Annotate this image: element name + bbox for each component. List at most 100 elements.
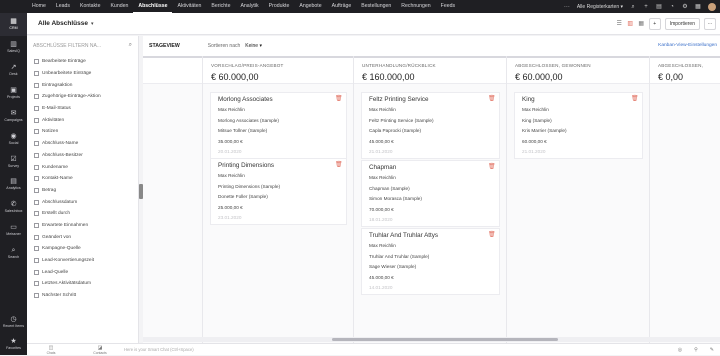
rail-item-5[interactable]: ◉ Social <box>0 128 27 151</box>
deal-card[interactable]: Feltz Printing Service Max Reichlin Feltz … <box>361 92 500 159</box>
filter-row[interactable]: Aktivitäten <box>27 114 138 126</box>
nav-tab-0[interactable]: Home <box>27 0 51 13</box>
more-actions-button[interactable]: ··· <box>704 18 716 30</box>
nav-tab-13[interactable]: Feeds <box>436 0 460 13</box>
rail-item-2[interactable]: ↗ Desk <box>0 59 27 82</box>
bottom-item-1[interactable]: ◪ Contacts <box>90 345 110 355</box>
filter-checkbox[interactable] <box>34 211 39 217</box>
filter-row[interactable]: Kontakt-Name <box>27 173 138 185</box>
filter-row[interactable]: Abschluss-Besitzer <box>27 150 138 162</box>
deal-name[interactable]: Truhlar And Truhlar Attys <box>369 232 438 239</box>
nav-tab-3[interactable]: Kunden <box>105 0 133 13</box>
horizontal-scrollbar[interactable] <box>143 337 720 342</box>
filter-row[interactable]: Eintragsaktion <box>27 79 138 91</box>
filter-checkbox[interactable] <box>34 258 39 264</box>
nav-tab-11[interactable]: Bestellungen <box>356 0 396 13</box>
deal-name[interactable]: Chapman <box>369 164 396 171</box>
bottom-tool-icon[interactable]: ◎ <box>678 347 682 353</box>
deal-account[interactable]: Truhlar And Truhlar (Sample) <box>369 254 429 259</box>
deal-card[interactable]: Printing Dimensions Max Reichlin Printing … <box>210 158 347 225</box>
filter-row[interactable]: Abschluss-Name <box>27 138 138 150</box>
kanban-settings-link[interactable]: Kanban-View-Einstellungen <box>658 43 717 48</box>
notifications-icon[interactable]: ◔ <box>669 4 675 10</box>
trash-icon[interactable]: 🗑 <box>631 95 639 102</box>
nav-tab-7[interactable]: Analytik <box>235 0 263 13</box>
filter-row[interactable]: Abschlussdatum <box>27 196 138 208</box>
deal-name[interactable]: King <box>522 96 535 103</box>
filter-checkbox[interactable] <box>34 71 39 77</box>
filter-checkbox[interactable] <box>34 187 39 193</box>
apps-grid-icon[interactable]: ▦ <box>695 4 701 10</box>
rail-item-6[interactable]: ☑ Survey <box>0 151 27 174</box>
filter-checkbox[interactable] <box>34 141 39 147</box>
nav-tab-8[interactable]: Produkte <box>264 0 295 13</box>
search-icon[interactable]: ⌕ <box>129 42 132 49</box>
deal-contact[interactable]: Capla Paprocki (Sample) <box>369 128 421 133</box>
filter-row[interactable]: Erstellt durch <box>27 208 138 220</box>
nav-tab-4[interactable]: Abschlüsse <box>133 0 173 13</box>
view-selector[interactable]: Alle Abschlüsse <box>38 20 88 27</box>
bottom-item-0[interactable]: ◫ Chats <box>41 345 61 355</box>
filter-checkbox[interactable] <box>34 246 39 252</box>
chevron-down-icon[interactable]: ▾ <box>91 21 94 27</box>
deal-contact[interactable]: Mitsue Tollner (Sample) <box>218 128 267 133</box>
filter-row[interactable]: Notizen <box>27 126 138 138</box>
kanban-view-icon[interactable]: ▥ <box>627 21 634 28</box>
filter-row[interactable]: Kampagne-Quelle <box>27 243 138 255</box>
deal-contact[interactable]: Donette Foller (Sample) <box>218 194 268 199</box>
deal-contact[interactable]: Sage Wieser (Sample) <box>369 264 416 269</box>
filter-row[interactable]: Nächster Schritt <box>27 290 138 302</box>
deal-account[interactable]: Chapman (Sample) <box>369 186 410 191</box>
filter-checkbox[interactable] <box>34 117 39 123</box>
user-avatar[interactable] <box>708 2 716 11</box>
deal-name[interactable]: Printing Dimensions <box>218 162 274 169</box>
more-modules-icon[interactable]: ··· <box>564 4 570 10</box>
filter-row[interactable]: Bearbeitete Einträge <box>27 56 138 68</box>
deal-name[interactable]: Morlong Associates <box>218 96 273 103</box>
scrollbar-thumb[interactable] <box>332 338 558 341</box>
filter-row[interactable]: Lead-Quelle <box>27 266 138 278</box>
deal-card[interactable]: King Max Reichlin King (Sample) Kris Marrie… <box>514 92 643 159</box>
trash-icon[interactable]: 🗑 <box>488 163 496 170</box>
nav-tab-1[interactable]: Leads <box>51 0 75 13</box>
trash-icon[interactable]: 🗑 <box>335 95 343 102</box>
trash-icon[interactable]: 🗑 <box>488 95 496 102</box>
rail-item-8[interactable]: ✆ SalesInbox <box>0 196 27 219</box>
rail-item-9[interactable]: ▭ Meissner <box>0 219 27 242</box>
filter-row[interactable]: Erwartete Einnahmen <box>27 220 138 232</box>
filter-checkbox[interactable] <box>34 293 39 299</box>
rail-item-3[interactable]: ▣ Projects <box>0 82 27 105</box>
deal-account[interactable]: Morlong Associates (Sample) <box>218 118 279 123</box>
rail-item-12[interactable]: ★ Favorites <box>0 333 27 356</box>
nav-tab-12[interactable]: Rechnungen <box>396 0 435 13</box>
filter-checkbox[interactable] <box>34 222 39 228</box>
rail-item-7[interactable]: ▤ Analytics <box>0 173 27 196</box>
filter-row[interactable]: Betrag <box>27 185 138 197</box>
deal-name[interactable]: Feltz Printing Service <box>369 96 429 103</box>
trash-icon[interactable]: 🗑 <box>335 161 343 168</box>
nav-tab-9[interactable]: Angebote <box>294 0 326 13</box>
filter-checkbox[interactable] <box>34 59 39 65</box>
all-tabs-dropdown[interactable]: Alle Registerkarten ▾ <box>577 4 623 10</box>
filter-search[interactable]: ABSCHLÜSSE FILTERN NA... ⌕ <box>27 36 138 56</box>
rail-item-1[interactable]: ▥ SalesIQ <box>0 36 27 59</box>
deal-account[interactable]: Feltz Printing Service (Sample) <box>369 118 434 123</box>
add-icon[interactable]: + <box>643 4 649 10</box>
deal-card[interactable]: Truhlar And Truhlar Attys Max Reichlin Tru… <box>361 228 500 295</box>
nav-tab-5[interactable]: Aktivitäten <box>172 0 206 13</box>
filter-checkbox[interactable] <box>34 94 39 100</box>
nav-tab-6[interactable]: Berichte <box>206 0 235 13</box>
calendar-icon[interactable]: ▤ <box>656 4 662 10</box>
filter-search-input[interactable]: ABSCHLÜSSE FILTERN NA... <box>33 43 101 49</box>
filter-row[interactable]: Unbearbeitete Einträge <box>27 68 138 80</box>
filter-row[interactable]: Geändert von <box>27 231 138 243</box>
bottom-tool-icon[interactable]: ⚲ <box>694 347 698 353</box>
filter-checkbox[interactable] <box>34 164 39 170</box>
deal-card[interactable]: Chapman Max Reichlin Chapman (Sample) Simon… <box>361 160 500 227</box>
filter-row[interactable]: Zugehörige-Einträge-Aktion <box>27 91 138 103</box>
deal-contact[interactable]: Simon Morasca (Sample) <box>369 196 422 201</box>
sort-dropdown[interactable]: Keine ▾ <box>245 43 262 49</box>
filter-checkbox[interactable] <box>34 106 39 112</box>
filter-checkbox[interactable] <box>34 281 39 287</box>
filter-checkbox[interactable] <box>34 234 39 240</box>
